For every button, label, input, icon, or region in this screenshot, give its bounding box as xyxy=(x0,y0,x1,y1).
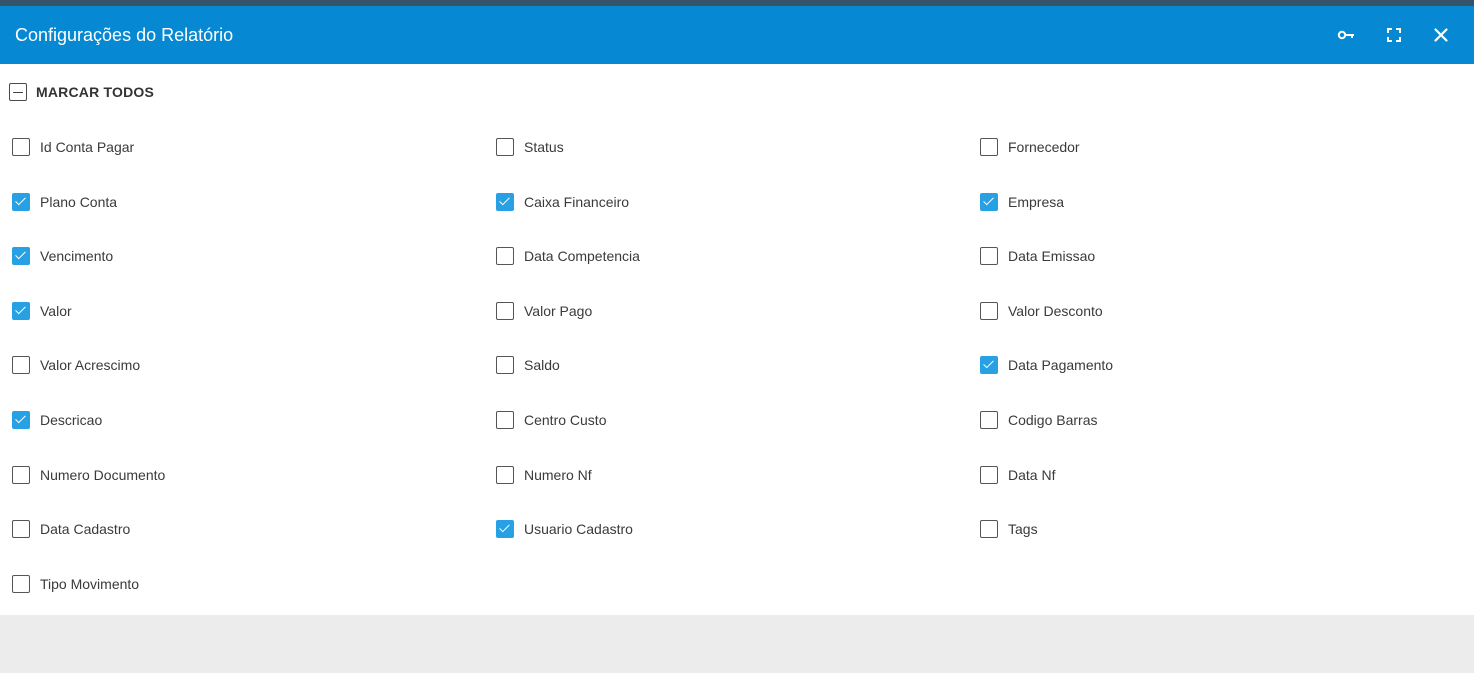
field-option[interactable]: Centro Custo xyxy=(496,410,606,430)
field-option[interactable]: Status xyxy=(496,137,564,157)
field-option-label: Data Pagamento xyxy=(1008,357,1114,374)
field-option-label: Codigo Barras xyxy=(1008,412,1098,428)
field-option[interactable]: Data Emissao xyxy=(980,246,1095,266)
field-option[interactable]: Valor Acrescimo xyxy=(12,355,140,375)
field-option-label: Descricao xyxy=(40,412,103,428)
checkbox-unchecked-icon[interactable] xyxy=(496,465,514,484)
field-option[interactable]: Data Competencia xyxy=(496,246,640,266)
checkbox-unchecked-icon[interactable] xyxy=(12,356,30,375)
checkbox-unchecked-icon[interactable] xyxy=(12,465,30,484)
field-option-label: Valor Acrescimo xyxy=(40,357,141,374)
checkbox-unchecked-icon[interactable] xyxy=(980,411,998,429)
field-option-label: Data Cadastro xyxy=(40,521,131,538)
field-option[interactable]: Data Nf xyxy=(980,465,1055,485)
maximize-icon[interactable] xyxy=(1382,23,1406,47)
checkbox-unchecked-icon[interactable] xyxy=(980,520,998,539)
checkbox-unchecked-icon[interactable] xyxy=(496,411,514,429)
field-option-label: Usuario Cadastro xyxy=(524,521,633,538)
field-option-label: Numero Documento xyxy=(40,466,166,483)
field-option[interactable]: Tipo Movimento xyxy=(12,574,139,594)
checkbox-checked-icon[interactable] xyxy=(12,301,30,320)
field-option-label: Valor Pago xyxy=(524,302,593,319)
field-option[interactable]: Valor xyxy=(12,301,72,321)
checkbox-unchecked-icon[interactable] xyxy=(496,356,514,375)
field-option-label: Plano Conta xyxy=(40,193,118,210)
field-option-label: Data Competencia xyxy=(524,248,640,265)
field-option-label: Valor xyxy=(40,302,72,319)
select-all-label: MARCAR TODOS xyxy=(36,84,155,100)
report-settings-dialog: Configurações do Relatório xyxy=(0,6,1474,615)
field-option[interactable]: Valor Desconto xyxy=(980,301,1103,321)
field-option-label: Caixa Financeiro xyxy=(524,193,630,210)
dialog-title: Configurações do Relatório xyxy=(15,25,234,45)
checkbox-checked-icon[interactable] xyxy=(496,192,514,211)
close-icon[interactable] xyxy=(1429,23,1453,47)
checkbox-checked-icon[interactable] xyxy=(12,247,30,266)
checkbox-unchecked-icon[interactable] xyxy=(12,520,30,539)
field-option-label: Fornecedor xyxy=(1008,139,1080,155)
field-option-label: Centro Custo xyxy=(524,412,607,428)
field-option[interactable]: Plano Conta xyxy=(12,192,117,212)
field-option-label: Data Emissao xyxy=(1008,248,1096,265)
field-option[interactable]: Numero Documento xyxy=(12,465,165,485)
checkbox-unchecked-icon[interactable] xyxy=(980,465,998,484)
indeterminate-checkbox-icon[interactable] xyxy=(9,83,27,101)
field-option[interactable]: Vencimento xyxy=(12,246,113,266)
key-icon[interactable] xyxy=(1335,23,1359,47)
dialog-header: Configurações do Relatório xyxy=(0,6,1474,64)
field-option[interactable]: Tags xyxy=(980,519,1038,539)
field-option-label: Numero Nf xyxy=(524,466,592,483)
field-option[interactable]: Descricao xyxy=(12,410,102,430)
field-option[interactable]: Valor Pago xyxy=(496,301,592,321)
checkbox-checked-icon[interactable] xyxy=(496,520,514,539)
field-option[interactable]: Numero Nf xyxy=(496,465,592,485)
field-option-label: Vencimento xyxy=(40,248,114,265)
field-option[interactable]: Usuario Cadastro xyxy=(496,519,633,539)
field-option[interactable]: Codigo Barras xyxy=(980,410,1098,430)
checkbox-unchecked-icon[interactable] xyxy=(496,138,514,156)
checkbox-unchecked-icon[interactable] xyxy=(12,138,30,156)
checkbox-checked-icon[interactable] xyxy=(12,192,30,211)
field-option-label: Tags xyxy=(1008,521,1038,538)
checkbox-checked-icon[interactable] xyxy=(980,356,998,375)
field-option[interactable]: Empresa xyxy=(980,192,1064,212)
checkbox-unchecked-icon[interactable] xyxy=(12,574,30,593)
field-option-label: Empresa xyxy=(1008,193,1065,210)
checkbox-unchecked-icon[interactable] xyxy=(496,247,514,266)
field-option[interactable]: Data Pagamento xyxy=(980,355,1113,375)
field-option[interactable]: Saldo xyxy=(496,355,560,375)
select-all-checkbox[interactable]: MARCAR TODOS xyxy=(9,82,154,102)
field-option[interactable]: Caixa Financeiro xyxy=(496,192,629,212)
field-option-label: Tipo Movimento xyxy=(40,575,140,592)
checkbox-unchecked-icon[interactable] xyxy=(980,301,998,320)
field-option[interactable]: Fornecedor xyxy=(980,137,1080,157)
field-option-label: Valor Desconto xyxy=(1008,302,1103,319)
checkbox-unchecked-icon[interactable] xyxy=(496,301,514,320)
checkbox-unchecked-icon[interactable] xyxy=(980,247,998,266)
field-option-label: Data Nf xyxy=(1008,466,1056,483)
field-option-label: Status xyxy=(524,139,564,155)
field-option-label: Id Conta Pagar xyxy=(40,139,135,155)
checkbox-checked-icon[interactable] xyxy=(12,411,30,429)
field-option-label: Saldo xyxy=(524,357,560,374)
checkbox-unchecked-icon[interactable] xyxy=(980,138,998,156)
field-option[interactable]: Data Cadastro xyxy=(12,519,130,539)
field-option[interactable]: Id Conta Pagar xyxy=(12,137,134,157)
checkbox-checked-icon[interactable] xyxy=(980,192,998,211)
